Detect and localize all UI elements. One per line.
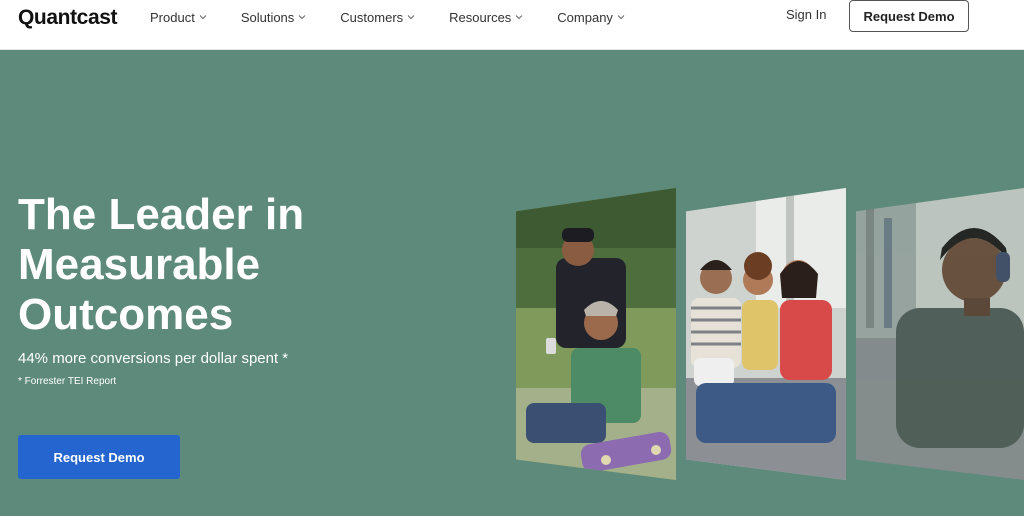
site-header: Quantcast Product Solutions Customers Re… [0, 0, 1024, 50]
hero-photo-friends-couch [686, 188, 846, 480]
chevron-down-icon [515, 15, 523, 20]
main-nav: Product Solutions Customers Resources Co… [150, 0, 659, 34]
hero-footnote: * Forrester TEI Report [18, 376, 117, 387]
nav-item-product[interactable]: Product [150, 10, 207, 25]
nav-item-label: Company [557, 9, 613, 25]
hero-title-line: Measurable [18, 240, 261, 289]
nav-item-label: Product [150, 9, 195, 25]
hero-subtitle: 44% more conversions per dollar spent * [18, 350, 289, 367]
chevron-down-icon [298, 15, 306, 20]
hero-title-line: Outcomes [18, 290, 234, 339]
chevron-down-icon [199, 15, 207, 20]
nav-item-label: Customers [340, 9, 404, 25]
nav-item-customers[interactable]: Customers [340, 10, 415, 25]
nav-item-solutions[interactable]: Solutions [241, 10, 306, 25]
sign-in-link[interactable]: Sign In [786, 7, 826, 22]
hero-title-line: The Leader in [18, 190, 305, 239]
quantcast-logo[interactable]: Quantcast [18, 6, 117, 30]
nav-item-company[interactable]: Company [557, 10, 625, 25]
nav-item-label: Solutions [240, 9, 295, 25]
request-demo-hero-button[interactable]: Request Demo [18, 435, 180, 479]
hero-photo-man-headphones [856, 188, 1024, 480]
chevron-down-icon [617, 15, 625, 20]
nav-item-resources[interactable]: Resources [449, 10, 523, 25]
chevron-down-icon [407, 15, 415, 20]
request-demo-header-button[interactable]: Request Demo [849, 0, 969, 32]
hero-photo-teens-phone [516, 188, 676, 480]
hero-title: The Leader in Measurable Outcomes [18, 190, 458, 340]
nav-item-label: Resources [449, 9, 512, 25]
